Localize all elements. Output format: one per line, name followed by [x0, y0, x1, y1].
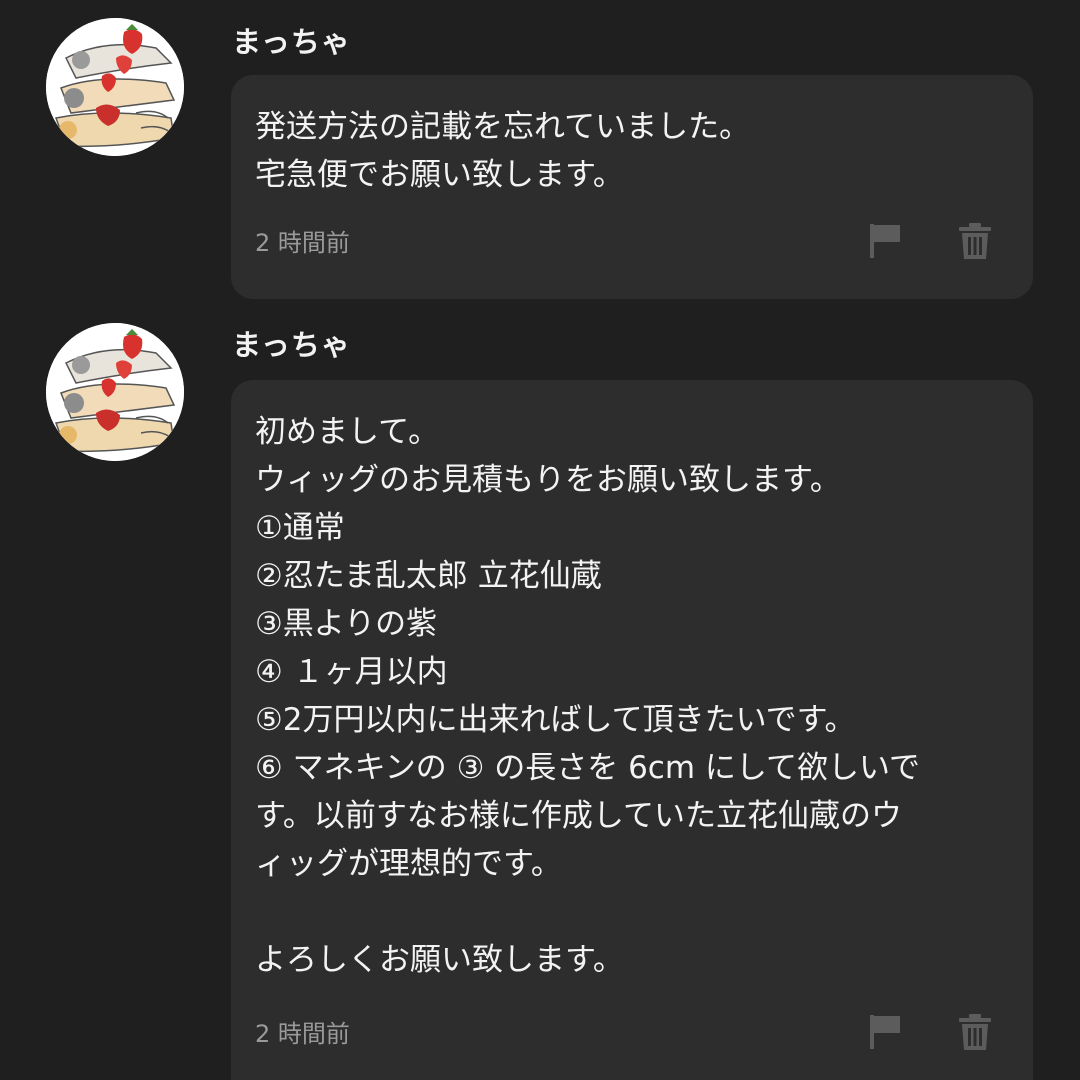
message-bubble: 発送方法の記載を忘れていました。 宅急便でお願い致します。 2 時間前	[231, 75, 1033, 299]
username: まっちゃ	[232, 328, 351, 362]
avatar-image	[46, 18, 184, 156]
flag-icon	[870, 1015, 900, 1049]
message-bubble: 初めまして。 ウィッグのお見積もりをお願い致します。 ①通常 ②忍たま乱太郎 立…	[231, 380, 1033, 1080]
user-avatar[interactable]	[46, 18, 184, 156]
username: まっちゃ	[232, 25, 351, 59]
flag-button[interactable]	[865, 1012, 905, 1052]
flag-icon	[870, 224, 900, 258]
flag-button[interactable]	[865, 221, 905, 261]
delete-button[interactable]	[955, 1012, 995, 1052]
delete-button[interactable]	[955, 221, 995, 261]
avatar-image	[46, 323, 184, 461]
message-timestamp: 2 時間前	[255, 229, 350, 257]
message-text: 初めまして。 ウィッグのお見積もりをお願い致します。 ①通常 ②忍たま乱太郎 立…	[255, 414, 921, 978]
user-avatar[interactable]	[46, 323, 184, 461]
message-timestamp: 2 時間前	[255, 1020, 350, 1048]
trash-icon	[959, 223, 991, 259]
trash-icon	[959, 1014, 991, 1050]
message-text: 発送方法の記載を忘れていました。 宅急便でお願い致します。	[255, 109, 751, 193]
